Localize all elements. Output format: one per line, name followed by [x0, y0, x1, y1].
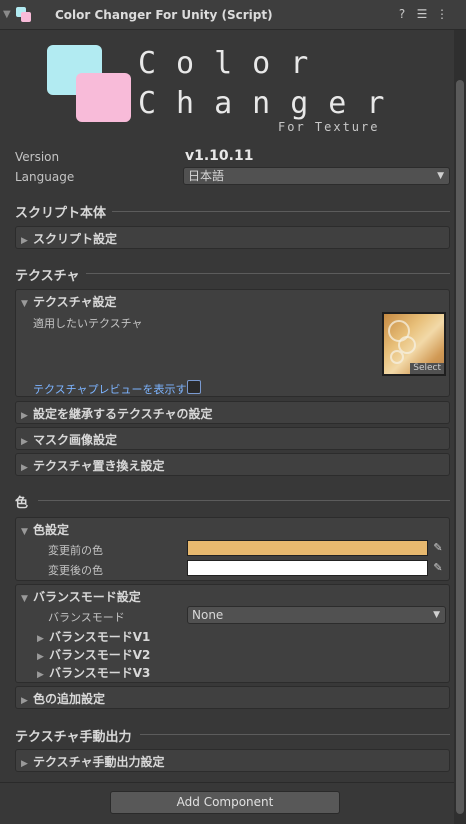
foldout-text: 設定を継承するテクスチャの設定 [33, 407, 213, 421]
foldout-text: テクスチャ置き換え設定 [33, 459, 165, 473]
foldout-header[interactable]: ▼ 色設定 [21, 521, 69, 538]
section-divider [38, 500, 450, 501]
foldout-text: マスク画像設定 [33, 433, 118, 447]
preview-checkbox[interactable] [187, 380, 201, 394]
chevron-right-icon: ▶ [37, 652, 44, 662]
foldout-text: バランスモード設定 [33, 590, 141, 604]
texture-object-field[interactable]: Select [382, 312, 446, 376]
chevron-down-icon: ▼ [21, 299, 28, 309]
component-header: ▼ Color Changer For Unity (Script) ? ☰ ⋮ [0, 0, 466, 30]
component-title: Color Changer For Unity (Script) [55, 8, 273, 22]
foldout-text: テクスチャ設定 [33, 295, 117, 309]
eyedropper-icon[interactable]: ✎ [430, 540, 446, 556]
foldout-mask-image[interactable]: ▶ マスク画像設定 [15, 427, 450, 450]
section-title-manual-output: テクスチャ手動出力 [15, 730, 132, 745]
foldout-label: ▶ テクスチャ置き換え設定 [21, 457, 165, 474]
language-value: 日本語 [188, 169, 225, 183]
target-texture-label: 適用したいテクスチャ [33, 317, 143, 330]
chevron-right-icon: ▶ [21, 236, 28, 246]
before-color-label: 変更前の色 [48, 544, 103, 557]
foldout-header[interactable]: ▼ バランスモード設定 [21, 588, 141, 605]
balance-mode-dropdown[interactable]: None ▼ [187, 606, 446, 624]
dropdown-arrow-icon: ▼ [437, 171, 444, 181]
foldout-text: バランスモードV2 [49, 648, 151, 662]
add-component-button[interactable]: Add Component [110, 791, 340, 814]
collapse-triangle-icon[interactable]: ▼ [3, 9, 11, 20]
foldout-texture-replace[interactable]: ▶ テクスチャ置き換え設定 [15, 453, 450, 476]
chevron-right-icon: ▶ [21, 437, 28, 447]
foldout-text: 色設定 [33, 523, 70, 537]
logo-text-line1: Color [138, 46, 329, 81]
foldout-text: バランスモードV3 [49, 666, 151, 680]
chevron-down-icon: ▼ [21, 594, 28, 604]
foldout-text: テクスチャ手動出力設定 [33, 755, 165, 769]
vertical-scrollbar[interactable] [454, 30, 466, 824]
foldout-balance-v3[interactable]: ▶ バランスモードV3 [37, 664, 150, 681]
foldout-balance-v1[interactable]: ▶ バランスモードV1 [37, 628, 150, 645]
foldout-script-settings[interactable]: ▶ スクリプト設定 [15, 226, 450, 249]
script-component-icon [16, 7, 32, 23]
foldout-color-extra[interactable]: ▶ 色の追加設定 [15, 686, 450, 709]
section-divider [112, 211, 450, 212]
section-divider [140, 734, 450, 735]
section-title-texture: テクスチャ [15, 269, 80, 284]
logo-text-line2: Changer [138, 86, 405, 121]
section-title-script: スクリプト本体 [15, 206, 107, 221]
chevron-right-icon: ▶ [37, 634, 44, 644]
preview-toggle-label: テクスチャプレビューを表示する [33, 383, 198, 396]
foldout-manual-output[interactable]: ▶ テクスチャ手動出力設定 [15, 749, 450, 772]
logo-square-pink [76, 73, 131, 122]
balance-mode-value: None [192, 608, 224, 622]
version-label: Version [15, 150, 60, 164]
chevron-right-icon: ▶ [21, 759, 28, 769]
inspector-divider [0, 782, 454, 783]
help-icon[interactable]: ? [395, 7, 409, 21]
chevron-right-icon: ▶ [37, 670, 44, 680]
section-title-color: 色 [15, 496, 29, 511]
chevron-down-icon: ▼ [21, 527, 28, 537]
version-value: v1.10.11 [185, 148, 254, 164]
kebab-menu-icon[interactable]: ⋮ [435, 7, 449, 21]
preset-settings-icon[interactable]: ☰ [415, 7, 429, 21]
language-dropdown[interactable]: 日本語 ▼ [183, 167, 450, 185]
foldout-label: ▶ マスク画像設定 [21, 431, 117, 448]
after-color-label: 変更後の色 [48, 564, 103, 577]
chevron-right-icon: ▶ [21, 696, 28, 706]
section-divider [86, 273, 450, 274]
foldout-header[interactable]: ▼ テクスチャ設定 [21, 293, 117, 310]
scrollbar-thumb[interactable] [456, 80, 464, 814]
eyedropper-icon[interactable]: ✎ [430, 560, 446, 576]
select-button[interactable]: Select [410, 363, 444, 374]
chevron-right-icon: ▶ [21, 463, 28, 473]
balance-mode-label: バランスモード [48, 611, 125, 624]
before-color-field[interactable] [187, 540, 428, 556]
foldout-text: 色の追加設定 [33, 692, 106, 706]
foldout-inherit-texture[interactable]: ▶ 設定を継承するテクスチャの設定 [15, 401, 450, 424]
foldout-balance-v2[interactable]: ▶ バランスモードV2 [37, 646, 150, 663]
chevron-right-icon: ▶ [21, 411, 28, 421]
foldout-label: ▶ 色の追加設定 [21, 690, 105, 707]
dropdown-arrow-icon: ▼ [433, 610, 440, 620]
foldout-text: スクリプト設定 [33, 232, 118, 246]
logo-subtitle: For Texture [278, 120, 380, 134]
foldout-label: ▶ スクリプト設定 [21, 230, 117, 247]
language-label: Language [15, 170, 75, 184]
foldout-label: ▶ 設定を継承するテクスチャの設定 [21, 405, 213, 422]
after-color-field[interactable] [187, 560, 428, 576]
foldout-label: ▶ テクスチャ手動出力設定 [21, 753, 165, 770]
foldout-text: バランスモードV1 [49, 630, 151, 644]
